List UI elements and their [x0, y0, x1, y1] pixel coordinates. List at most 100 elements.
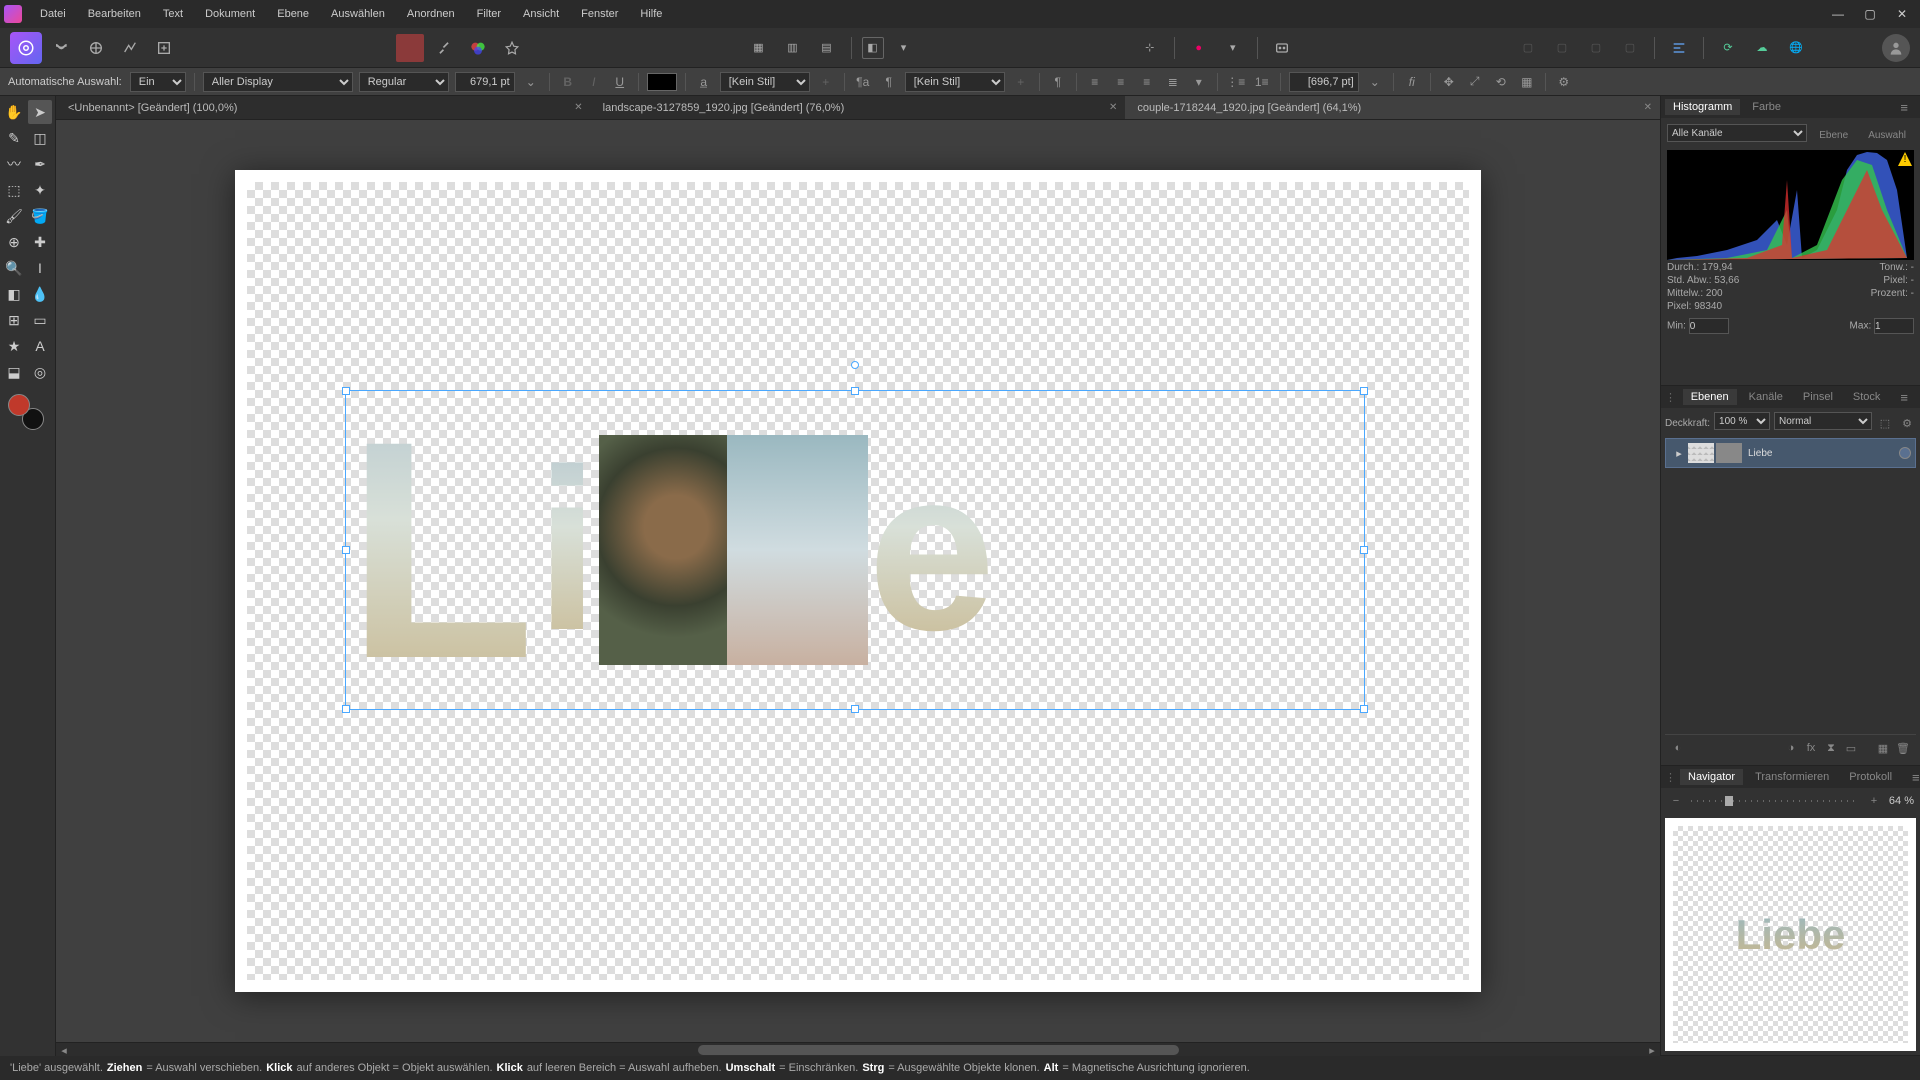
window-close-button[interactable]: ✕: [1888, 4, 1916, 24]
align-right-icon[interactable]: ≡: [1137, 72, 1157, 92]
underline-button[interactable]: U: [610, 72, 630, 92]
zoom-out-button[interactable]: −: [1667, 792, 1685, 810]
liquify-persona-icon[interactable]: [48, 34, 76, 62]
selection-dropdown-icon[interactable]: ▾: [1219, 34, 1247, 62]
opacity-input[interactable]: 100 %: [1714, 412, 1770, 430]
eraser-tool-icon[interactable]: ◧: [2, 282, 26, 306]
layer-mask-thumbnail[interactable]: [1716, 443, 1742, 463]
tab-close-icon[interactable]: ✕: [574, 102, 582, 113]
settings-gear-icon[interactable]: ⚙: [1554, 72, 1574, 92]
panel-menu-icon[interactable]: ≡: [1904, 768, 1920, 787]
font-weight-dropdown[interactable]: Regular: [359, 72, 449, 92]
hist-source-layer[interactable]: Ebene: [1811, 128, 1856, 143]
tab-color[interactable]: Farbe: [1744, 99, 1789, 115]
align-icon[interactable]: [1665, 34, 1693, 62]
color-picker-tool-icon[interactable]: ✎: [2, 126, 26, 150]
mask-layer-icon[interactable]: ◐: [1669, 739, 1687, 757]
menu-arrange[interactable]: Anordnen: [397, 4, 465, 24]
zoom-in-button[interactable]: +: [1865, 792, 1883, 810]
grid-small-icon[interactable]: ▦: [745, 34, 773, 62]
export-persona-icon[interactable]: [150, 34, 178, 62]
para-style-icon[interactable]: ¶a: [853, 72, 873, 92]
paint-brush-tool-icon[interactable]: 🖌: [2, 204, 26, 228]
scroll-right-icon[interactable]: ▸: [1646, 1043, 1658, 1057]
pen-tool-icon[interactable]: ✒: [28, 152, 52, 176]
develop-persona-icon[interactable]: [82, 34, 110, 62]
window-minimize-button[interactable]: —: [1824, 4, 1852, 24]
leading-stepper-icon[interactable]: ⌄: [1365, 72, 1385, 92]
tab-history[interactable]: Protokoll: [1841, 769, 1900, 785]
leading-input[interactable]: [1289, 72, 1359, 92]
zoom-tool-icon[interactable]: 🔍: [2, 256, 26, 280]
layer-row[interactable]: ▸ Liebe: [1665, 438, 1916, 468]
snap-scale-icon[interactable]: ⤢: [1465, 72, 1485, 92]
align-left-icon[interactable]: ≡: [1085, 72, 1105, 92]
delete-layer-icon[interactable]: 🗑: [1894, 739, 1912, 757]
align-center-icon[interactable]: ≡: [1111, 72, 1131, 92]
fi-ligature-icon[interactable]: fi: [1402, 72, 1422, 92]
user-avatar-icon[interactable]: [1882, 34, 1910, 62]
globe-icon[interactable]: 🌐: [1782, 34, 1810, 62]
hist-max-input[interactable]: [1874, 318, 1914, 334]
autocolor-icon[interactable]: [498, 34, 526, 62]
fill-swatch-icon[interactable]: [396, 34, 424, 62]
quicklook-icon[interactable]: ◧: [862, 37, 884, 59]
rotation-handle[interactable]: [851, 361, 859, 369]
font-family-dropdown[interactable]: Aller Display: [203, 72, 353, 92]
font-size-input[interactable]: [455, 72, 515, 92]
character-style-dropdown[interactable]: [Kein Stil]: [720, 72, 810, 92]
menu-window[interactable]: Fenster: [571, 4, 628, 24]
selection-brush-tool-icon[interactable]: 〰: [2, 152, 26, 176]
move-tool-icon[interactable]: ➤: [28, 100, 52, 124]
cloud-icon[interactable]: ☁: [1748, 34, 1776, 62]
tone-map-persona-icon[interactable]: [116, 34, 144, 62]
menu-layer[interactable]: Ebene: [267, 4, 319, 24]
hand-tool-icon[interactable]: ✋: [2, 100, 26, 124]
channel-dropdown[interactable]: Alle Kanäle: [1667, 124, 1807, 142]
size-stepper-icon[interactable]: ⌄: [521, 72, 541, 92]
tab-layers[interactable]: Ebenen: [1683, 389, 1737, 405]
snap-grid-icon[interactable]: ▦: [1517, 72, 1537, 92]
foreground-color-swatch[interactable]: [8, 394, 30, 416]
italic-button[interactable]: I: [584, 72, 604, 92]
list-bullet-icon[interactable]: ⋮≡: [1226, 72, 1246, 92]
panel-menu-icon[interactable]: ≡: [1892, 98, 1916, 117]
document-tab[interactable]: landscape-3127859_1920.jpg [Geändert] (7…: [591, 96, 1126, 119]
star-tool-icon[interactable]: ★: [2, 334, 26, 358]
canvas[interactable]: Liebe: [235, 170, 1481, 992]
vertical-text-tool-icon[interactable]: I: [28, 256, 52, 280]
menu-filter[interactable]: Filter: [467, 4, 511, 24]
align-more-icon[interactable]: ▾: [1189, 72, 1209, 92]
selection-dot-icon[interactable]: ●: [1185, 34, 1213, 62]
menu-text[interactable]: Text: [153, 4, 193, 24]
pilcrow-icon[interactable]: ¶: [1048, 72, 1068, 92]
add-pixel-layer-icon[interactable]: ▦: [1874, 739, 1892, 757]
photo-persona-icon[interactable]: [10, 32, 42, 64]
shape-tool-icon[interactable]: ▭: [28, 308, 52, 332]
tab-close-icon[interactable]: ✕: [1109, 102, 1117, 113]
para-style-icon2[interactable]: ¶: [879, 72, 899, 92]
layer-visibility-toggle[interactable]: [1899, 447, 1911, 459]
style-new-icon[interactable]: +: [816, 72, 836, 92]
zoom-slider-thumb[interactable]: [1725, 796, 1733, 806]
marquee-tool-icon[interactable]: ⬚: [2, 178, 26, 202]
tab-transform[interactable]: Transformieren: [1747, 769, 1837, 785]
horizontal-scrollbar[interactable]: ◂ ▸: [56, 1042, 1660, 1056]
target-tool-icon[interactable]: ◎: [28, 360, 52, 384]
text-tool-icon[interactable]: A: [28, 334, 52, 358]
tab-close-icon[interactable]: ✕: [1644, 102, 1652, 113]
live-filter-icon[interactable]: ⧗: [1822, 739, 1840, 757]
sync-icon[interactable]: ⟳: [1714, 34, 1742, 62]
fill-tool-icon[interactable]: 🪣: [28, 204, 52, 228]
tab-histogram[interactable]: Histogramm: [1665, 99, 1740, 115]
menu-view[interactable]: Ansicht: [513, 4, 569, 24]
char-style-icon[interactable]: a̲: [694, 72, 714, 92]
menu-file[interactable]: Datei: [30, 4, 76, 24]
navigator-preview[interactable]: Liebe: [1665, 818, 1916, 1051]
menu-select[interactable]: Auswählen: [321, 4, 395, 24]
hist-source-selection[interactable]: Auswahl: [1860, 128, 1914, 143]
panel-menu-icon[interactable]: ≡: [1892, 388, 1916, 407]
panel-drag-icon[interactable]: ⋮: [1665, 391, 1676, 404]
window-maximize-button[interactable]: ▢: [1856, 4, 1884, 24]
menu-help[interactable]: Hilfe: [630, 4, 672, 24]
